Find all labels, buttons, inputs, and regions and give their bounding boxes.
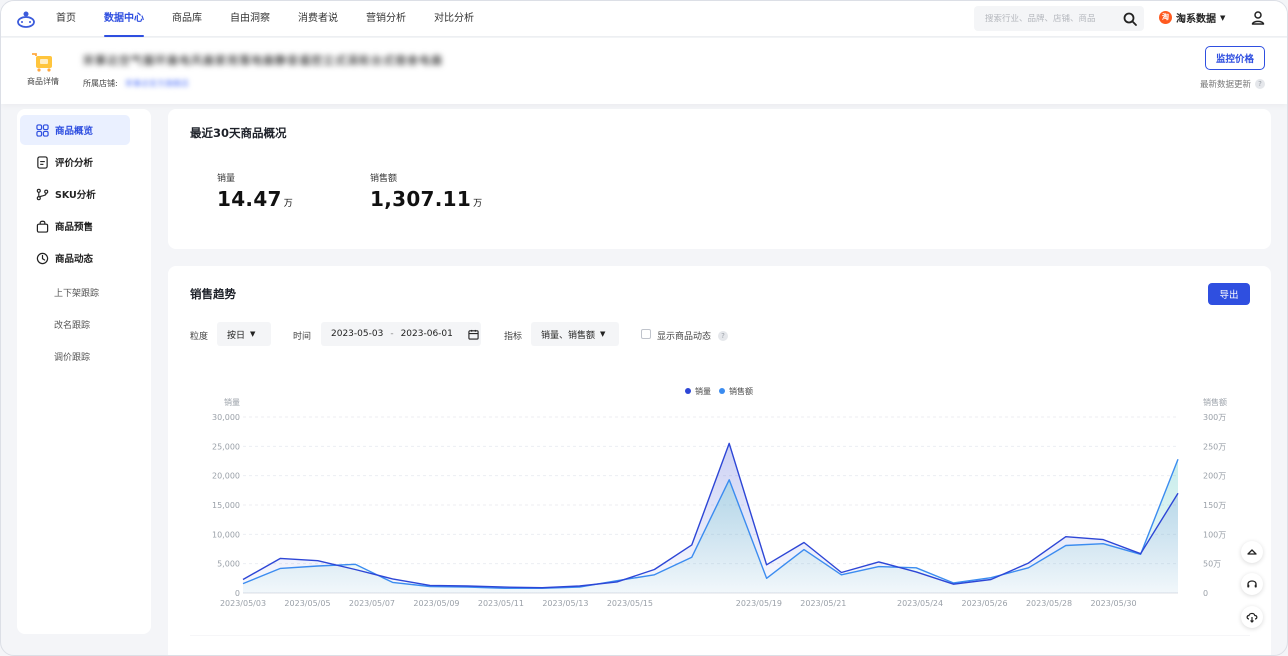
sidebar-item-review-analysis[interactable]: 评价分析	[20, 147, 130, 177]
y-tick-label-right: 200万	[1203, 472, 1226, 481]
sales-trend-chart: 0 5,000 10,000 15,000 20,000 25,000 30,000 0 50万…	[190, 386, 1250, 636]
sidebar-subitem-rename-tracking[interactable]: 改名跟踪	[54, 318, 90, 331]
bag-icon	[36, 220, 49, 233]
search-input[interactable]	[974, 13, 1122, 24]
sidebar-item-label: 商品动态	[55, 254, 94, 265]
overview-card: 最近30天商品概况 销量 14.47 万 销售额 1,307.11 万	[168, 109, 1271, 249]
y-tick-label-right: 100万	[1203, 530, 1226, 539]
nav-compare-analysis[interactable]: 对比分析	[430, 1, 478, 37]
y-tick-label-left: 15,000	[212, 501, 240, 510]
logo-icon[interactable]	[14, 7, 38, 31]
data-update-info: 最新数据更新 ?	[1200, 78, 1265, 90]
document-icon	[37, 155, 48, 169]
taobao-logo-icon: 淘	[1159, 11, 1172, 24]
overview-title: 最近30天商品概况	[190, 126, 287, 140]
nav-marketing-analysis[interactable]: 营销分析	[362, 1, 410, 37]
shop-name-link[interactable]: 宋事达官方旗舰店	[125, 78, 189, 89]
nav-product-library[interactable]: 商品库	[168, 1, 206, 37]
nav-home[interactable]: 首页	[52, 1, 80, 37]
shop-label: 所属店铺:	[83, 79, 118, 88]
sidebar-item-label: 评价分析	[55, 158, 94, 169]
series-area-sales	[243, 459, 1178, 593]
y-tick-label-right: 250万	[1203, 442, 1226, 451]
x-tick-label: 2023/05/19	[736, 599, 782, 608]
nav-free-insight[interactable]: 自由洞察	[226, 1, 274, 37]
branch-icon	[36, 188, 49, 200]
product-detail-label: 商品详情	[27, 77, 59, 86]
x-tick-label: 2023/05/28	[1026, 599, 1072, 608]
nav-data-center[interactable]: 数据中心	[100, 1, 148, 37]
y-tick-label-right: 150万	[1203, 501, 1226, 510]
metric-value-sales: 1,307.11 万	[370, 187, 483, 211]
y-tick-label-right: 50万	[1203, 560, 1221, 569]
y-tick-label-right: 0	[1203, 589, 1208, 598]
y-tick-label-left: 25,000	[212, 442, 240, 451]
legend-marker-quantity	[685, 388, 691, 394]
user-icon[interactable]	[1250, 10, 1266, 26]
y-tick-label-left: 30,000	[212, 413, 240, 422]
legend-marker-sales	[719, 388, 725, 394]
sidebar-item-product-dynamics[interactable]: 商品动态	[20, 243, 130, 273]
platform-name: 淘系数据	[1176, 14, 1216, 25]
app-window: 首页 数据中心 商品库 自由洞察 消费者说 营销分析 对比分析 淘 淘系数据 ▼	[0, 0, 1288, 656]
metric-value-quantity: 14.47 万	[217, 187, 294, 211]
back-to-top-button[interactable]	[1241, 541, 1263, 563]
clock-icon	[36, 252, 49, 264]
x-tick-label: 2023/05/05	[284, 599, 330, 608]
y-tick-label-left: 20,000	[212, 472, 240, 481]
x-tick-label: 2023/05/24	[897, 599, 943, 608]
monitor-price-button[interactable]: 监控价格	[1205, 46, 1265, 70]
headset-icon	[1247, 580, 1257, 588]
product-detail-badge: 商品详情	[21, 52, 65, 87]
y-tick-label-left: 0	[235, 589, 240, 598]
top-navbar: 首页 数据中心 商品库 自由洞察 消费者说 营销分析 对比分析 淘 淘系数据 ▼	[1, 1, 1287, 37]
sidebar-subitem-price-tracking[interactable]: 调价跟踪	[54, 350, 90, 363]
sidebar: 商品概览 评价分析 SKU分析 商品预售 商品动态 上下架跟踪 改名跟踪 调价跟…	[17, 109, 151, 634]
caret-down-icon: ▼	[1220, 13, 1226, 22]
product-title: 宋事达空气循环扇电风扇家用落地扇静音遥控立式涡轮台式宿舍电扇	[83, 54, 443, 67]
nav-consumer-voice[interactable]: 消费者说	[294, 1, 342, 37]
sidebar-item-product-overview[interactable]: 商品概览	[20, 115, 130, 145]
x-tick-label: 2023/05/30	[1090, 599, 1136, 608]
metric-label-quantity: 销量	[217, 174, 236, 184]
shopping-cart-icon	[32, 53, 52, 72]
grid-icon	[36, 123, 49, 137]
legend-label-sales: 销售额	[729, 386, 753, 396]
x-tick-label: 2023/05/07	[349, 599, 395, 608]
sidebar-item-label: SKU分析	[55, 190, 96, 201]
sidebar-item-sku-analysis[interactable]: SKU分析	[20, 179, 130, 209]
y-tick-label-left: 5,000	[217, 560, 240, 569]
y-axis-title-right: 销售额	[1203, 397, 1227, 407]
platform-switcher[interactable]: 淘 淘系数据 ▼	[1159, 10, 1225, 25]
sidebar-item-product-presale[interactable]: 商品预售	[20, 211, 130, 241]
y-axis-title-left: 销量	[224, 397, 240, 407]
search-icon[interactable]	[1122, 11, 1138, 27]
update-text: 最新数据更新	[1199, 80, 1251, 90]
x-tick-label: 2023/05/21	[800, 599, 846, 608]
sidebar-item-label: 商品预售	[55, 222, 94, 233]
x-tick-label: 2023/05/09	[413, 599, 459, 608]
chevron-up-icon	[1247, 549, 1257, 555]
customer-service-button[interactable]	[1241, 573, 1263, 595]
x-tick-label: 2023/05/13	[542, 599, 588, 608]
x-tick-label: 2023/05/15	[607, 599, 653, 608]
sidebar-item-label: 商品概览	[55, 126, 94, 137]
x-tick-label: 2023/05/03	[220, 599, 266, 608]
x-tick-label: 2023/05/11	[478, 599, 524, 608]
cloud-download-icon	[1246, 612, 1258, 623]
legend-label-quantity: 销量	[695, 386, 711, 396]
sidebar-subitem-listing-tracking[interactable]: 上下架跟踪	[54, 286, 99, 299]
x-tick-label: 2023/05/26	[961, 599, 1007, 608]
y-tick-label-right: 300万	[1203, 413, 1226, 422]
sales-trend-card: 销售趋势 导出 粒度 按日 ▼ 时间 2023-05-03 - 2023-06-…	[168, 266, 1271, 655]
y-tick-label-left: 10,000	[212, 530, 240, 539]
search-box	[974, 6, 1144, 31]
help-icon[interactable]: ?	[1255, 79, 1265, 89]
metric-label-sales: 销售额	[370, 174, 398, 184]
download-button[interactable]	[1241, 606, 1263, 628]
product-header: 商品详情 宋事达空气循环扇电风扇家用落地扇静音遥控立式涡轮台式宿舍电扇 所属店铺…	[1, 38, 1287, 104]
